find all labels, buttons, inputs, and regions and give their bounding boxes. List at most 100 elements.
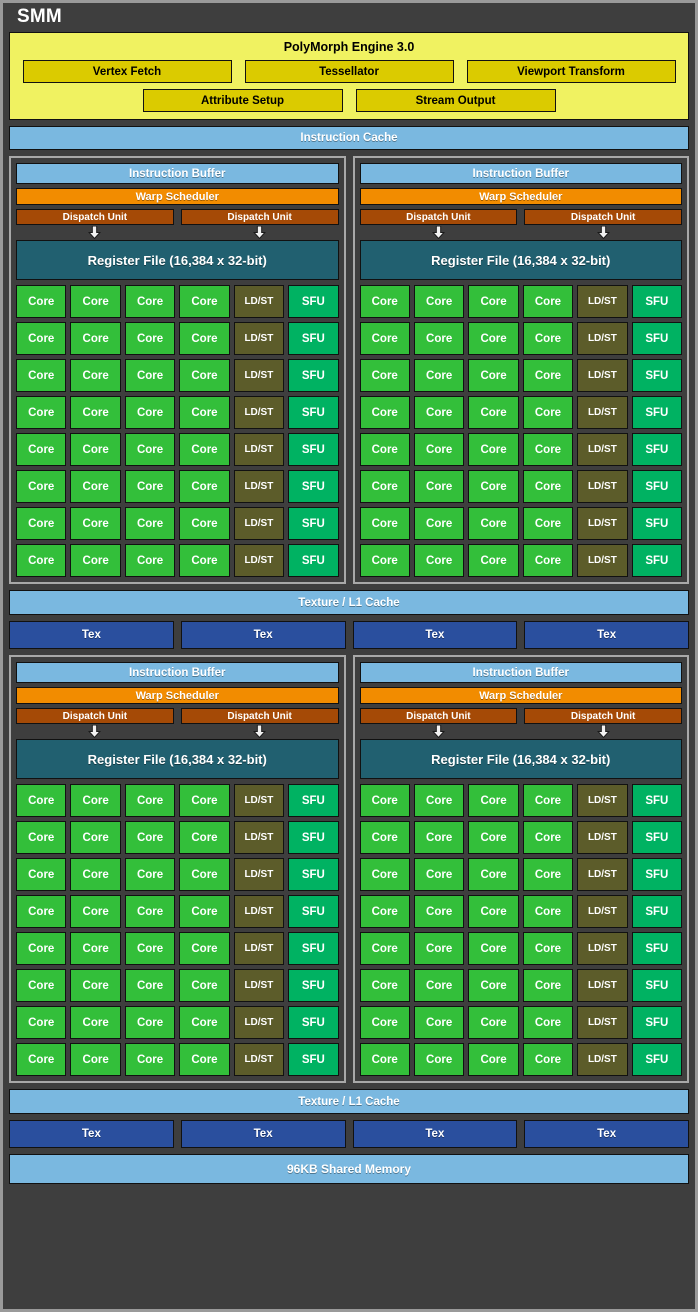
sfu-cell[interactable]: SFU (288, 359, 339, 392)
core-cell[interactable]: Core (16, 544, 67, 577)
ldst-cell[interactable]: LD/ST (233, 821, 285, 854)
core-cell[interactable]: Core (124, 470, 176, 503)
core-cell[interactable]: Core (359, 322, 410, 355)
ldst-cell[interactable]: LD/ST (577, 470, 628, 503)
sfu-cell[interactable]: SFU (631, 507, 683, 540)
sfu-cell[interactable]: SFU (288, 784, 339, 817)
core-cell[interactable]: Core (16, 285, 67, 318)
core-cell[interactable]: Core (522, 1043, 574, 1076)
core-cell[interactable]: Core (468, 932, 519, 965)
ldst-cell[interactable]: LD/ST (233, 932, 285, 965)
core-cell[interactable]: Core (124, 821, 176, 854)
core-cell[interactable]: Core (522, 285, 574, 318)
core-cell[interactable]: Core (522, 784, 574, 817)
core-cell[interactable]: Core (522, 969, 574, 1002)
core-cell[interactable]: Core (468, 507, 519, 540)
core-cell[interactable]: Core (468, 285, 519, 318)
core-cell[interactable]: Core (16, 821, 67, 854)
instruction-cache-bar[interactable]: Instruction Cache (9, 126, 689, 150)
core-cell[interactable]: Core (179, 784, 230, 817)
ldst-cell[interactable]: LD/ST (577, 285, 628, 318)
viewport-transform-box[interactable]: Viewport Transform (466, 60, 676, 83)
core-cell[interactable]: Core (522, 895, 574, 928)
tex-unit[interactable]: Tex (180, 621, 346, 649)
ldst-cell[interactable]: LD/ST (233, 858, 285, 891)
core-cell[interactable]: Core (70, 784, 121, 817)
core-cell[interactable]: Core (468, 396, 519, 429)
sfu-cell[interactable]: SFU (631, 359, 683, 392)
sfu-cell[interactable]: SFU (288, 895, 339, 928)
core-cell[interactable]: Core (522, 821, 574, 854)
core-cell[interactable]: Core (359, 285, 410, 318)
sfu-cell[interactable]: SFU (631, 433, 683, 466)
core-cell[interactable]: Core (16, 858, 67, 891)
core-cell[interactable]: Core (70, 932, 121, 965)
sfu-cell[interactable]: SFU (631, 396, 683, 429)
dispatch-unit-0[interactable]: Dispatch Unit (16, 708, 174, 724)
ldst-cell[interactable]: LD/ST (577, 858, 628, 891)
ldst-cell[interactable]: LD/ST (233, 322, 285, 355)
warp-scheduler[interactable]: Warp Scheduler (359, 188, 682, 205)
core-cell[interactable]: Core (359, 359, 410, 392)
core-cell[interactable]: Core (70, 1043, 121, 1076)
core-cell[interactable]: Core (124, 322, 176, 355)
core-cell[interactable]: Core (359, 895, 410, 928)
core-cell[interactable]: Core (359, 932, 410, 965)
core-cell[interactable]: Core (16, 507, 67, 540)
core-cell[interactable]: Core (522, 359, 574, 392)
core-cell[interactable]: Core (16, 359, 67, 392)
core-cell[interactable]: Core (179, 359, 230, 392)
core-cell[interactable]: Core (124, 359, 176, 392)
core-cell[interactable]: Core (179, 1006, 230, 1039)
core-cell[interactable]: Core (359, 821, 410, 854)
sfu-cell[interactable]: SFU (288, 932, 339, 965)
core-cell[interactable]: Core (124, 396, 176, 429)
core-cell[interactable]: Core (413, 784, 465, 817)
core-cell[interactable]: Core (413, 932, 465, 965)
instruction-buffer[interactable]: Instruction Buffer (16, 163, 339, 184)
texture-l1-cache-top[interactable]: Texture / L1 Cache (9, 590, 689, 615)
ldst-cell[interactable]: LD/ST (577, 396, 628, 429)
ldst-cell[interactable]: LD/ST (233, 1006, 285, 1039)
ldst-cell[interactable]: LD/ST (577, 507, 628, 540)
sfu-cell[interactable]: SFU (631, 932, 683, 965)
core-cell[interactable]: Core (70, 433, 121, 466)
sfu-cell[interactable]: SFU (631, 969, 683, 1002)
core-cell[interactable]: Core (359, 396, 410, 429)
core-cell[interactable]: Core (359, 1006, 410, 1039)
core-cell[interactable]: Core (70, 396, 121, 429)
core-cell[interactable]: Core (468, 969, 519, 1002)
sfu-cell[interactable]: SFU (631, 895, 683, 928)
core-cell[interactable]: Core (522, 544, 574, 577)
core-cell[interactable]: Core (124, 285, 176, 318)
core-cell[interactable]: Core (468, 544, 519, 577)
sfu-cell[interactable]: SFU (288, 1043, 339, 1076)
core-cell[interactable]: Core (124, 858, 176, 891)
core-cell[interactable]: Core (179, 895, 230, 928)
instruction-buffer[interactable]: Instruction Buffer (16, 662, 339, 683)
core-cell[interactable]: Core (70, 322, 121, 355)
sfu-cell[interactable]: SFU (631, 784, 683, 817)
core-cell[interactable]: Core (16, 433, 67, 466)
core-cell[interactable]: Core (179, 322, 230, 355)
core-cell[interactable]: Core (522, 1006, 574, 1039)
ldst-cell[interactable]: LD/ST (233, 969, 285, 1002)
core-cell[interactable]: Core (359, 858, 410, 891)
attribute-setup-box[interactable]: Attribute Setup (142, 89, 343, 112)
ldst-cell[interactable]: LD/ST (233, 359, 285, 392)
sfu-cell[interactable]: SFU (288, 470, 339, 503)
core-cell[interactable]: Core (70, 969, 121, 1002)
core-cell[interactable]: Core (413, 821, 465, 854)
core-cell[interactable]: Core (179, 969, 230, 1002)
core-cell[interactable]: Core (16, 784, 67, 817)
ldst-cell[interactable]: LD/ST (577, 433, 628, 466)
core-cell[interactable]: Core (468, 821, 519, 854)
core-cell[interactable]: Core (359, 544, 410, 577)
core-cell[interactable]: Core (359, 969, 410, 1002)
dispatch-unit-0[interactable]: Dispatch Unit (359, 209, 518, 225)
core-cell[interactable]: Core (16, 470, 67, 503)
warp-scheduler[interactable]: Warp Scheduler (16, 188, 339, 205)
core-cell[interactable]: Core (413, 396, 465, 429)
core-cell[interactable]: Core (413, 359, 465, 392)
tessellator-box[interactable]: Tessellator (244, 60, 454, 83)
